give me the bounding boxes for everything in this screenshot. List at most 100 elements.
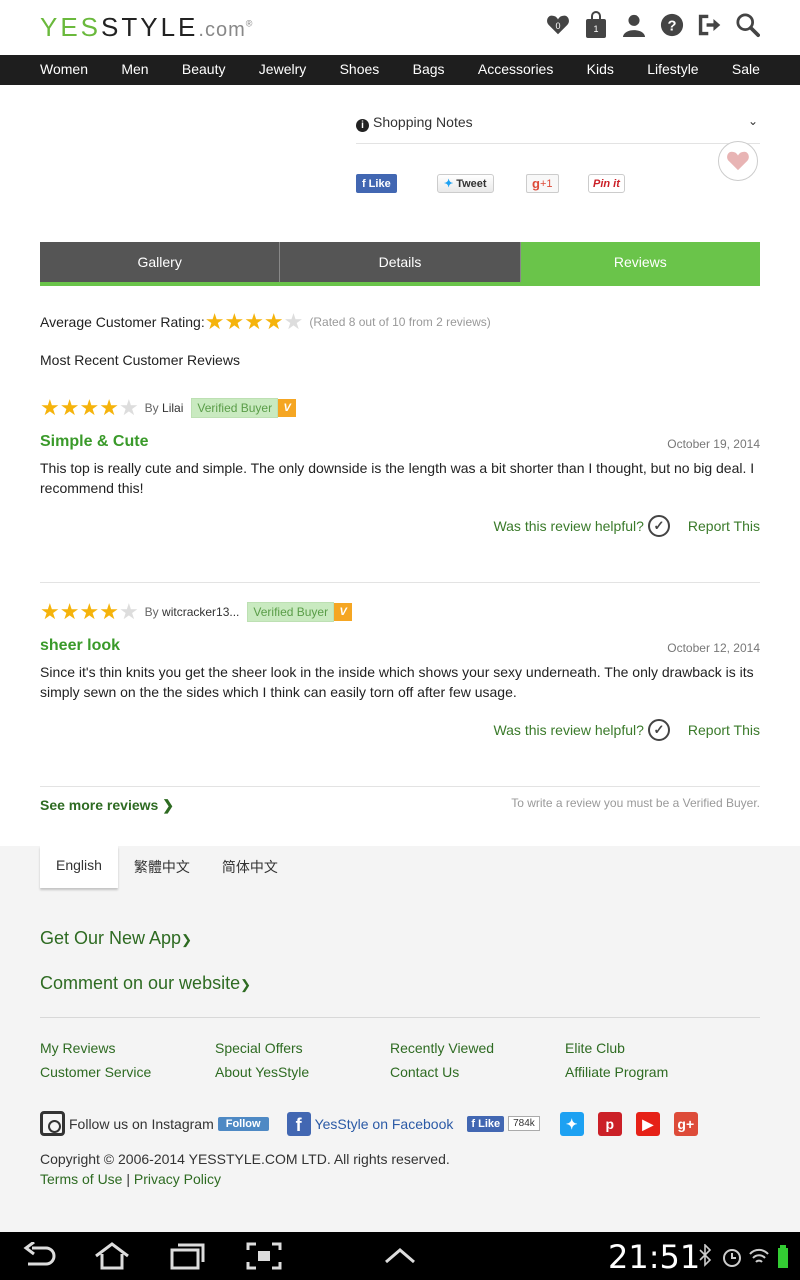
fb-like-label: Like (478, 1117, 501, 1130)
tab-details[interactable]: Details (280, 242, 521, 282)
recent-apps-icon[interactable] (170, 1242, 206, 1270)
review-date: October 19, 2014 (667, 437, 760, 451)
facebook-like-button[interactable]: f Like (467, 1115, 505, 1132)
facebook-link[interactable]: YesStyle on Facebook (315, 1116, 454, 1132)
link-my-reviews[interactable]: My Reviews (40, 1039, 215, 1057)
review-actions: Was this review helpful? ✓ Report This (493, 719, 760, 741)
legal-separator: | (126, 1171, 130, 1187)
review-byline: By witcracker13... (145, 605, 240, 619)
back-icon[interactable] (22, 1242, 56, 1270)
nav-accessories[interactable]: Accessories (478, 55, 553, 85)
verified-buyer-note: To write a review you must be a Verified… (511, 796, 760, 810)
comment-website-link[interactable]: Comment on our website❯ (40, 973, 251, 994)
link-customer-service[interactable]: Customer Service (40, 1063, 215, 1081)
nav-jewelry[interactable]: Jewelry (259, 55, 306, 85)
review-author: witcracker13... (162, 605, 240, 619)
helpful-check-icon[interactable]: ✓ (647, 515, 670, 537)
instagram-icon[interactable] (40, 1111, 65, 1136)
report-link[interactable]: Report This (688, 518, 760, 534)
privacy-policy-link[interactable]: Privacy Policy (134, 1171, 221, 1187)
tab-reviews[interactable]: Reviews (520, 242, 760, 282)
by-label: By (144, 401, 159, 415)
instagram-follow-button[interactable]: Follow (217, 1116, 269, 1131)
lang-simplified-chinese[interactable]: 简体中文 (206, 846, 294, 888)
google-plus-button[interactable]: g +1 (526, 174, 559, 193)
star-filled-icon: ★ (59, 599, 80, 624)
twitter-icon[interactable]: ✦ (559, 1111, 584, 1136)
help-icon[interactable]: ? (660, 10, 684, 40)
signout-icon[interactable] (698, 10, 722, 40)
pinit-button[interactable]: Pin it (588, 174, 625, 193)
google-plus-icon[interactable]: g+ (673, 1111, 698, 1136)
screenshot-icon[interactable] (246, 1242, 282, 1270)
nav-sale[interactable]: Sale (732, 55, 760, 85)
yesstyle-logo[interactable]: YESSTYLE.com® (40, 12, 255, 43)
svg-text:?: ? (667, 19, 676, 35)
review-stars: ★ ★ ★ ★ ★ (40, 397, 139, 419)
lang-traditional-chinese[interactable]: 繁體中文 (118, 846, 206, 888)
verified-mark-icon: V (278, 399, 297, 417)
star-filled-icon: ★ (244, 309, 264, 334)
star-filled-icon: ★ (59, 395, 80, 420)
search-icon[interactable] (736, 10, 760, 40)
recent-reviews-heading: Most Recent Customer Reviews (40, 352, 240, 368)
review-body: Since it's thin knits you get the sheer … (40, 664, 754, 700)
wishlist-heart-icon[interactable]: 0 (546, 10, 570, 40)
link-contact-us[interactable]: Contact Us (390, 1063, 565, 1081)
review-byline: By Lilai (145, 401, 184, 415)
see-more-label: See more reviews (40, 797, 159, 813)
logo-style: STYLE (101, 12, 199, 42)
facebook-like-button[interactable]: f Like (356, 174, 397, 193)
fb-like-label: Like (368, 177, 391, 190)
chevron-down-icon: ⌄ (747, 114, 758, 128)
heart-icon (727, 151, 749, 171)
logo-reg: ® (245, 18, 256, 29)
link-recently-viewed[interactable]: Recently Viewed (390, 1039, 565, 1057)
nav-shoes[interactable]: Shoes (340, 55, 380, 85)
nav-lifestyle[interactable]: Lifestyle (647, 55, 698, 85)
helpful-label: Was this review helpful? (493, 722, 644, 738)
site-footer: English 繁體中文 简体中文 Get Our New App❯ Comme… (0, 846, 800, 1232)
see-more-reviews-link[interactable]: See more reviews ❯ (40, 797, 174, 814)
user-icon[interactable] (622, 10, 646, 40)
legal-links: Terms of Use | Privacy Policy (40, 1171, 221, 1187)
nav-beauty[interactable]: Beauty (182, 55, 226, 85)
youtube-icon[interactable]: ▶ (635, 1111, 660, 1136)
logo-com: .com (198, 19, 246, 41)
bag-count: 1 (593, 24, 599, 34)
link-affiliate-program[interactable]: Affiliate Program (565, 1063, 740, 1081)
nav-women[interactable]: Women (40, 55, 88, 85)
review-date: October 12, 2014 (667, 641, 760, 655)
link-elite-club[interactable]: Elite Club (565, 1039, 740, 1057)
helpful-check-icon[interactable]: ✓ (647, 719, 670, 741)
facebook-icon[interactable]: f (286, 1111, 311, 1136)
review-title: Simple & Cute (40, 433, 149, 450)
shopping-notes-toggle[interactable]: i Shopping Notes ⌄ (356, 114, 760, 144)
home-icon[interactable] (92, 1242, 132, 1270)
report-link[interactable]: Report This (688, 722, 760, 738)
star-empty-icon: ★ (283, 309, 304, 334)
chevron-right-icon: ❯ (240, 977, 251, 992)
chevron-right-icon: ❯ (162, 797, 174, 813)
nav-kids[interactable]: Kids (587, 55, 614, 85)
link-about-yesstyle[interactable]: About YesStyle (215, 1063, 390, 1081)
link-special-offers[interactable]: Special Offers (215, 1039, 390, 1057)
shopping-bag-icon[interactable]: 1 (584, 10, 608, 40)
main-nav: Women Men Beauty Jewelry Shoes Bags Acce… (0, 55, 800, 85)
tweet-button[interactable]: ✦ Tweet (437, 174, 494, 193)
chevron-up-icon[interactable] (384, 1246, 416, 1266)
avg-stars: ★ ★ ★ ★ ★ (205, 311, 304, 333)
language-tabs: English 繁體中文 简体中文 (40, 846, 294, 888)
add-to-wishlist-button[interactable] (718, 141, 758, 181)
nav-men[interactable]: Men (121, 55, 148, 85)
review-actions: Was this review helpful? ✓ Report This (493, 515, 760, 537)
nav-bags[interactable]: Bags (413, 55, 445, 85)
pinterest-icon[interactable]: p (597, 1111, 622, 1136)
lang-english[interactable]: English (40, 846, 118, 888)
terms-of-use-link[interactable]: Terms of Use (40, 1171, 122, 1187)
get-app-link[interactable]: Get Our New App❯ (40, 928, 192, 949)
footer-divider (40, 1017, 760, 1018)
comment-label: Comment on our website (40, 973, 241, 993)
verified-mark-icon: V (334, 603, 353, 621)
tab-gallery[interactable]: Gallery (40, 242, 281, 282)
